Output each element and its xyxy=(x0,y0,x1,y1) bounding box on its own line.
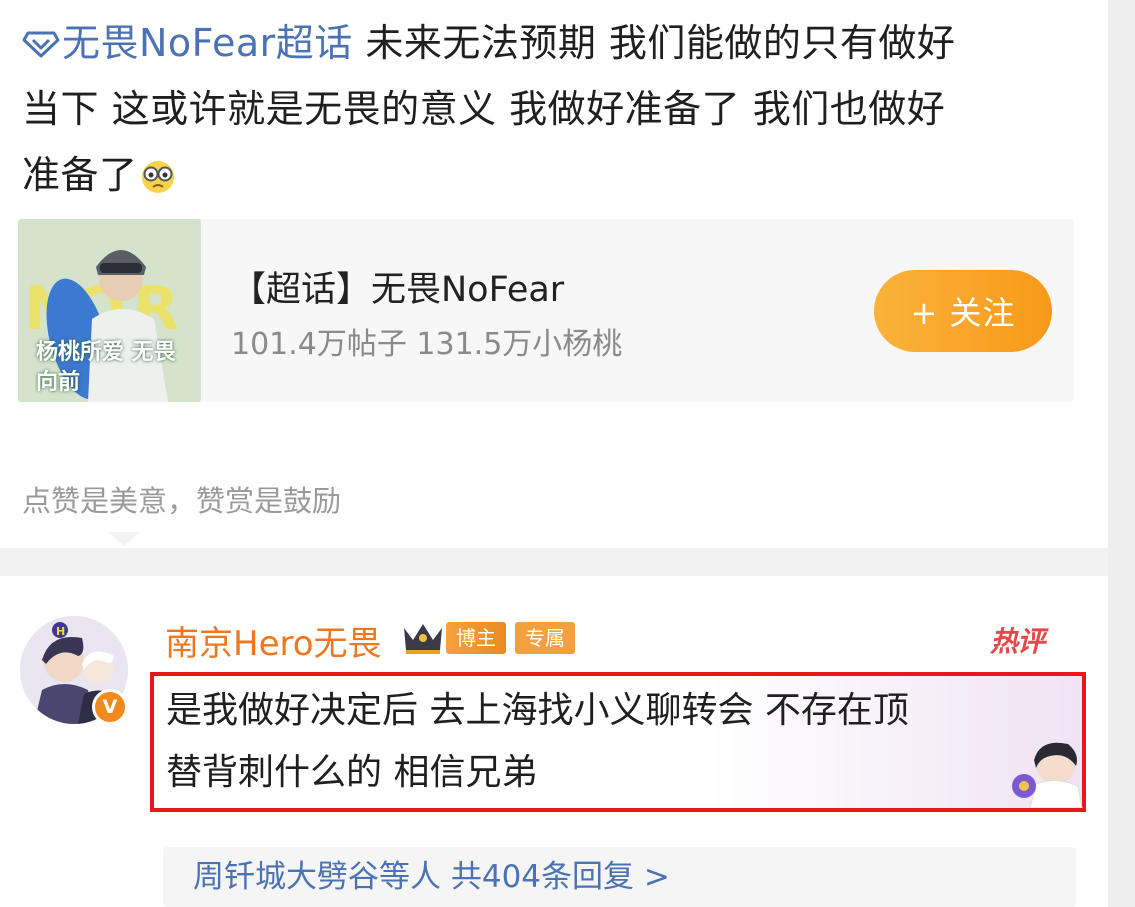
exclusive-badge: 专属 xyxy=(515,622,575,654)
comment-text-line-1: 是我做好决定后 去上海找小义聊转会 不存在顶 xyxy=(166,690,909,731)
verified-badge-icon: V xyxy=(92,689,128,725)
post-text-line-1: 未来无法预期 我们能做的只有做好 xyxy=(352,21,956,65)
comment-text-line-2: 替背刺什么的 相信兄弟 xyxy=(166,752,538,793)
replies-summary[interactable]: 周钎城大劈谷等人 共404条回复 > xyxy=(193,851,670,896)
post-body: 无畏NoFear超话 未来无法预期 我们能做的只有做好 当下 这或许就是无畏的意… xyxy=(22,10,1082,208)
supertopic-stats: 101.4万帖子 131.5万小杨桃 xyxy=(231,327,623,362)
topic-link[interactable]: 无畏NoFear超话 xyxy=(22,21,353,65)
comment-sticker-icon xyxy=(1012,742,1083,808)
post-text-line-3: 准备了 xyxy=(22,153,138,197)
supertopic-diamond-icon xyxy=(22,31,60,58)
supertopic-title[interactable]: 【超话】无畏NoFear xyxy=(231,261,564,312)
reward-prompt: 点赞是美意，赞赏是鼓励 xyxy=(22,484,342,518)
hot-comment: H V 南京Hero无畏 博主 专属 热评 是我做好决定后 去上海找小义聊转会 … xyxy=(0,576,1108,907)
blogger-badge: 博主 xyxy=(446,622,506,654)
follow-button[interactable]: + 关注 xyxy=(874,270,1052,352)
topic-link-label[interactable]: 无畏NoFear超话 xyxy=(62,21,353,65)
right-scroll-gutter xyxy=(1108,0,1135,907)
post-text-line-2: 当下 这或许就是无畏的意义 我做好准备了 我们也做好 xyxy=(22,87,946,131)
post-line-1: 无畏NoFear超话 未来无法预期 我们能做的只有做好 xyxy=(22,10,1082,76)
post-line-3: 准备了 xyxy=(22,142,1082,208)
supertopic-thumbnail: NO R 杨桃所爱 无畏向前 xyxy=(18,219,201,402)
comment-highlight-box: 是我做好决定后 去上海找小义聊转会 不存在顶 替背刺什么的 相信兄弟 xyxy=(150,672,1086,812)
crown-icon xyxy=(404,624,442,654)
view-replies-link[interactable]: 周钎城大劈谷等人 共404条回复 > xyxy=(163,847,1076,907)
weibo-post: 无畏NoFear超话 未来无法预期 我们能做的只有做好 当下 这或许就是无畏的意… xyxy=(0,0,1108,548)
comment-text: 是我做好决定后 去上海找小义聊转会 不存在顶 替背刺什么的 相信兄弟 xyxy=(166,680,1066,804)
supertopic-card[interactable]: NO R 杨桃所爱 无畏向前 【超话】无畏NoFear 101.4万帖子 131… xyxy=(18,219,1074,402)
svg-text:H: H xyxy=(56,625,65,638)
tearful-face-emoji-icon xyxy=(141,161,174,193)
commenter-username[interactable]: 南京Hero无畏 xyxy=(165,616,382,665)
reward-arrow-pointer xyxy=(108,532,140,546)
hot-comment-badge: 热评 xyxy=(990,625,1045,658)
thumbnail-caption: 杨桃所爱 无畏向前 xyxy=(36,339,176,395)
section-divider xyxy=(0,548,1108,576)
